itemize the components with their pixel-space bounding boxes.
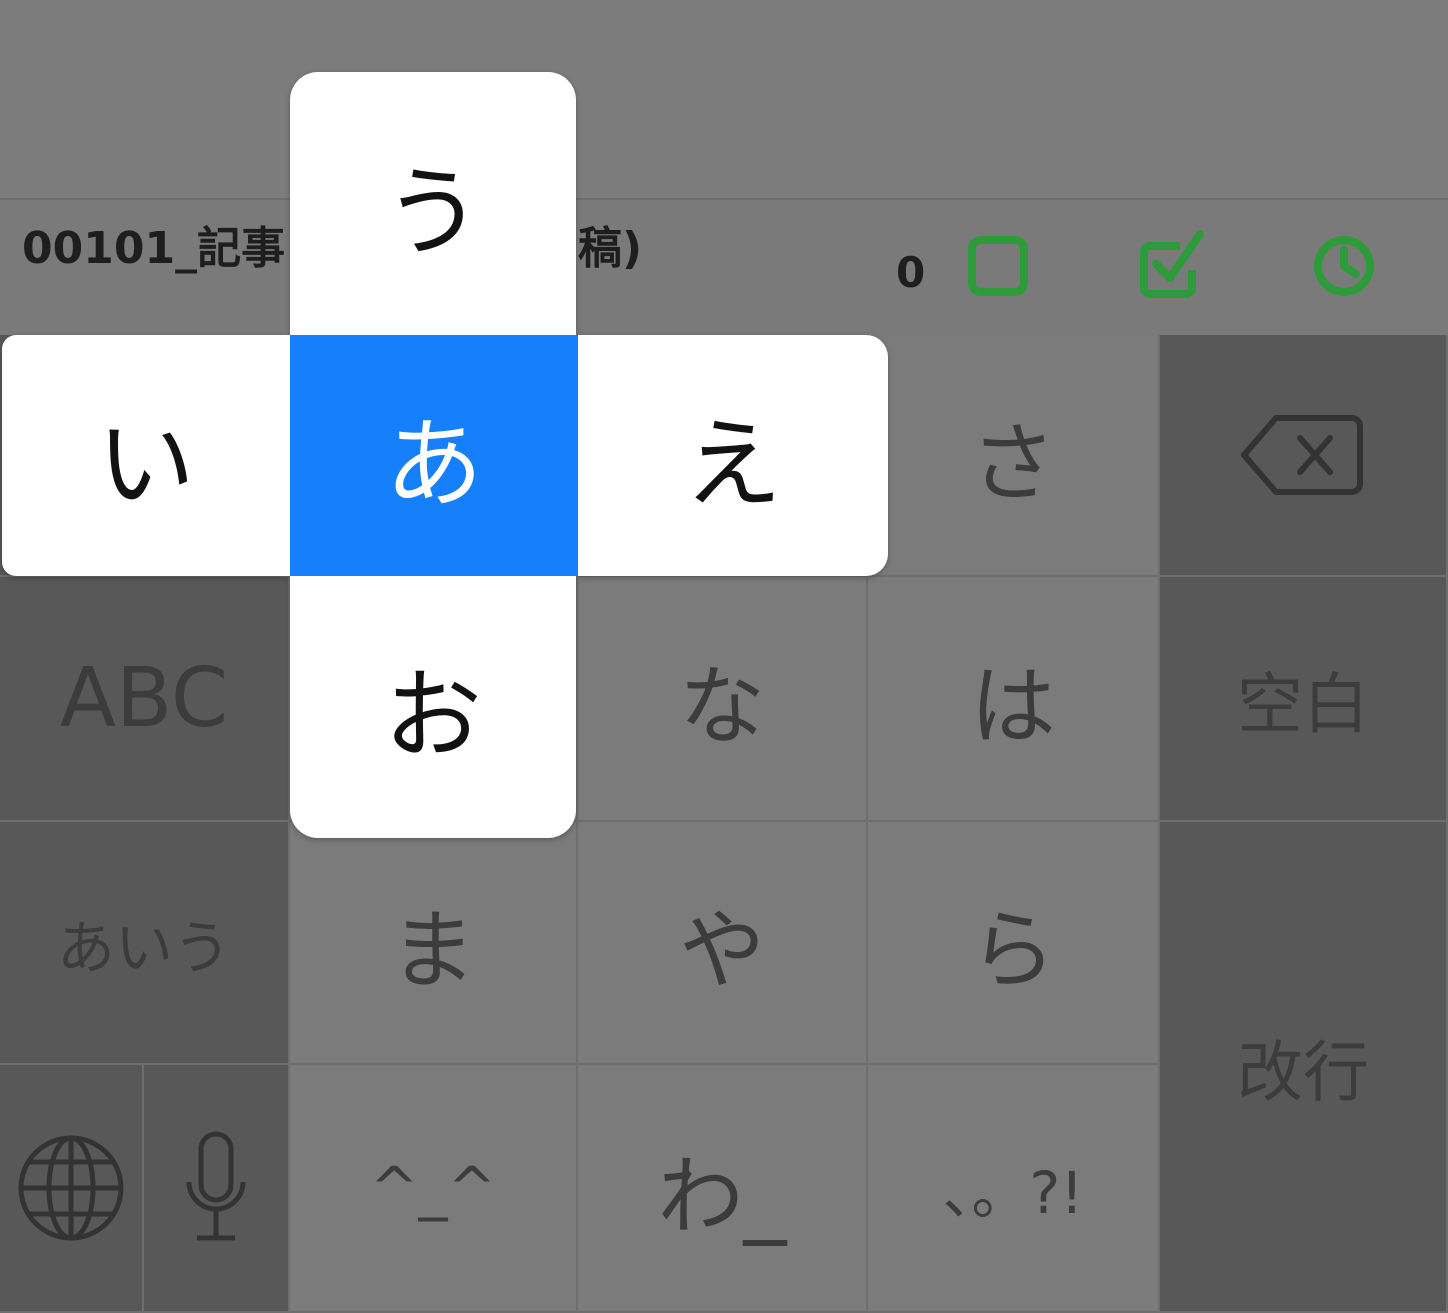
flick-up-label: う	[383, 156, 482, 270]
flick-right-label: え	[683, 407, 782, 522]
document-title-tail: 稿)	[578, 223, 643, 274]
kana-mode-key-label: あいう	[56, 913, 231, 982]
flick-down-o[interactable]: お	[290, 576, 576, 838]
key-sa-label: さ	[970, 413, 1056, 514]
return-key[interactable]: 改行	[1160, 822, 1448, 1313]
key-ya[interactable]: や	[578, 822, 868, 1065]
emoticon-key[interactable]: ^_^	[290, 1065, 578, 1313]
globe-icon	[18, 1135, 124, 1241]
flick-left-label: い	[96, 407, 195, 522]
flick-up-u[interactable]: う	[290, 72, 576, 336]
checkbox-checked-icon[interactable]	[1132, 226, 1212, 306]
emoticon-key-label: ^_^	[369, 1154, 497, 1222]
key-ra-label: ら	[970, 901, 1056, 1001]
key-na[interactable]: な	[578, 577, 868, 822]
kana-mode-key[interactable]: あいう	[0, 822, 290, 1065]
flick-down-label: お	[383, 659, 482, 773]
document-title[interactable]: 00101_記事	[22, 212, 285, 276]
backspace-key[interactable]	[1160, 335, 1448, 577]
key-ma-label: ま	[390, 901, 476, 1001]
punctuation-key-label: 、。?!	[942, 1159, 1084, 1227]
clock-icon[interactable]	[1304, 226, 1384, 306]
key-sa[interactable]: さ	[868, 335, 1160, 577]
key-wa-label: わ_	[657, 1146, 787, 1247]
punctuation-key[interactable]: 、。?!	[868, 1065, 1160, 1313]
abc-key-label: ABC	[59, 651, 229, 746]
backspace-icon	[1241, 415, 1363, 495]
key-ha[interactable]: は	[868, 577, 1160, 822]
character-count: 0	[896, 248, 926, 297]
space-key[interactable]: 空白	[1160, 577, 1448, 822]
square-icon[interactable]	[960, 226, 1040, 306]
microphone-icon	[186, 1131, 246, 1241]
return-key-label: 改行	[1237, 1033, 1369, 1111]
key-na-label: な	[679, 657, 765, 757]
key-ya-label: や	[679, 901, 765, 1001]
flick-right-e[interactable]: え	[578, 335, 888, 576]
globe-key[interactable]	[0, 1065, 144, 1313]
microphone-key[interactable]	[144, 1065, 290, 1313]
flick-center-a[interactable]: あ	[290, 335, 578, 576]
space-key-label: 空白	[1237, 665, 1369, 743]
flick-center-label: あ	[384, 407, 483, 522]
key-wa[interactable]: わ_	[578, 1065, 868, 1313]
key-ma[interactable]: ま	[290, 822, 578, 1065]
key-ha-label: は	[970, 657, 1056, 757]
flick-left-i[interactable]: い	[2, 335, 290, 576]
key-ra[interactable]: ら	[868, 822, 1160, 1065]
top-area	[0, 0, 1448, 200]
abc-key[interactable]: ABC	[0, 577, 290, 822]
